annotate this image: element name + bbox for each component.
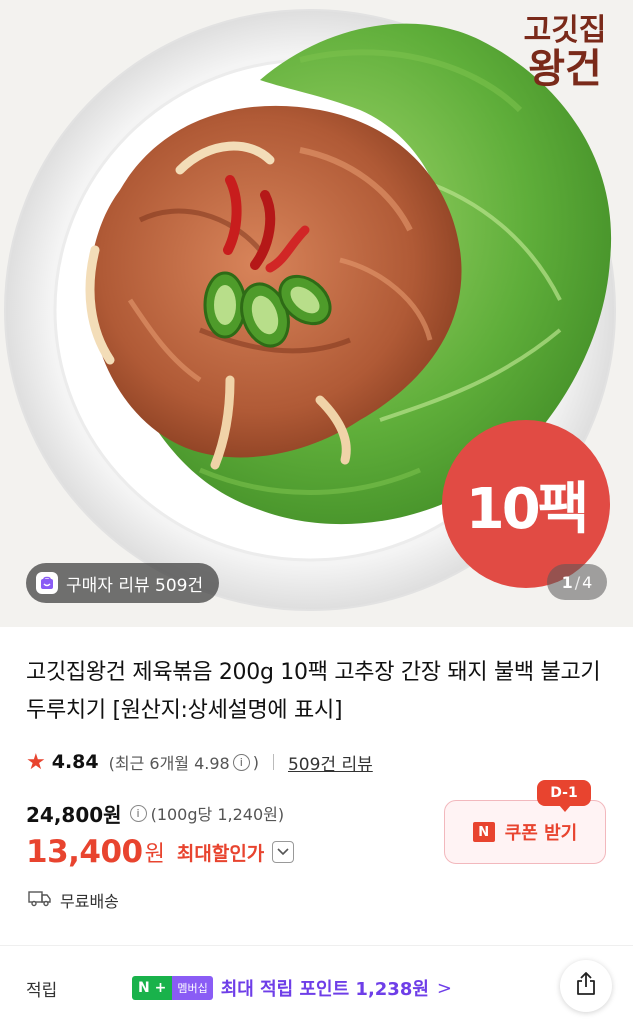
star-icon: ★ bbox=[26, 749, 46, 775]
price-info-icon[interactable]: i bbox=[129, 804, 147, 822]
product-title: 고깃집왕건 제육볶음 200g 10팩 고추장 간장 돼지 불백 불고기 두루치… bbox=[26, 660, 601, 723]
points-row[interactable]: 적립 N + 멤버십 최대 적립 포인트 1,238원 > bbox=[26, 970, 452, 1006]
product-image-carousel[interactable]: 고깃집 왕건 10팩 구매자 리뷰 509건 1 / 4 bbox=[0, 0, 633, 627]
image-page-indicator: 1 / 4 bbox=[547, 564, 607, 600]
max-points-text: 최대 적립 포인트 1,238원 bbox=[220, 979, 429, 1000]
svg-text:고깃집: 고깃집 bbox=[524, 13, 607, 48]
brand-logo: 고깃집 왕건 bbox=[505, 6, 625, 92]
membership-badge: 멤버십 bbox=[172, 976, 213, 1000]
nplus-badge: N + bbox=[132, 976, 173, 1000]
naver-n-icon: N bbox=[472, 822, 495, 842]
unit-price: (100g당 1,240원) bbox=[150, 805, 285, 824]
section-divider bbox=[0, 945, 633, 946]
rating-recent-text: (최근 6개월 4.98 bbox=[108, 754, 230, 773]
chevron-down-icon[interactable] bbox=[272, 841, 295, 863]
share-icon bbox=[573, 971, 599, 1001]
dday-badge: D-1 bbox=[537, 780, 591, 812]
original-price-row: 24,800원 i (100g당 1,240원) bbox=[26, 798, 284, 828]
divider bbox=[272, 754, 274, 770]
info-icon[interactable]: i bbox=[232, 753, 250, 771]
rating-score: 4.84 bbox=[51, 751, 99, 773]
page-separator: / bbox=[574, 572, 581, 592]
original-price: 24,800원 bbox=[26, 802, 122, 827]
sale-price-row: 13,400 원 최대할인가 bbox=[26, 832, 295, 872]
sale-price-unit: 원 bbox=[144, 842, 165, 867]
rating-row: ★ 4.84 (최근 6개월 4.98 i ) 509건 리뷰 bbox=[26, 747, 373, 777]
coupon-button[interactable]: N 쿠폰 받기 bbox=[444, 800, 606, 864]
buyer-review-chip[interactable]: 구매자 리뷰 509건 bbox=[26, 563, 220, 603]
page-current: 1 bbox=[561, 572, 573, 592]
page-total: 4 bbox=[582, 572, 593, 592]
sale-price: 13,400 bbox=[26, 834, 143, 870]
max-discount-label: 최대할인가 bbox=[176, 842, 265, 865]
coupon-label: 쿠폰 받기 bbox=[504, 823, 578, 844]
review-chip-label: 구매자 리뷰 509건 bbox=[66, 575, 204, 596]
review-count-link[interactable]: 509건 리뷰 bbox=[288, 750, 373, 775]
truck-icon bbox=[28, 889, 52, 911]
naver-plus-membership-badge: N + 멤버십 bbox=[132, 976, 213, 1000]
rating-recent-close: ) bbox=[252, 752, 259, 772]
share-button[interactable] bbox=[560, 960, 612, 1012]
shipping-label: 무료배송 bbox=[60, 892, 119, 911]
svg-text:왕건: 왕건 bbox=[528, 46, 602, 92]
pack-count-badge: 10팩 bbox=[442, 420, 610, 588]
shipping-row: 무료배송 bbox=[28, 886, 119, 914]
chevron-right-icon: > bbox=[436, 977, 453, 999]
review-bag-icon bbox=[36, 572, 58, 594]
points-label: 적립 bbox=[26, 980, 58, 1001]
